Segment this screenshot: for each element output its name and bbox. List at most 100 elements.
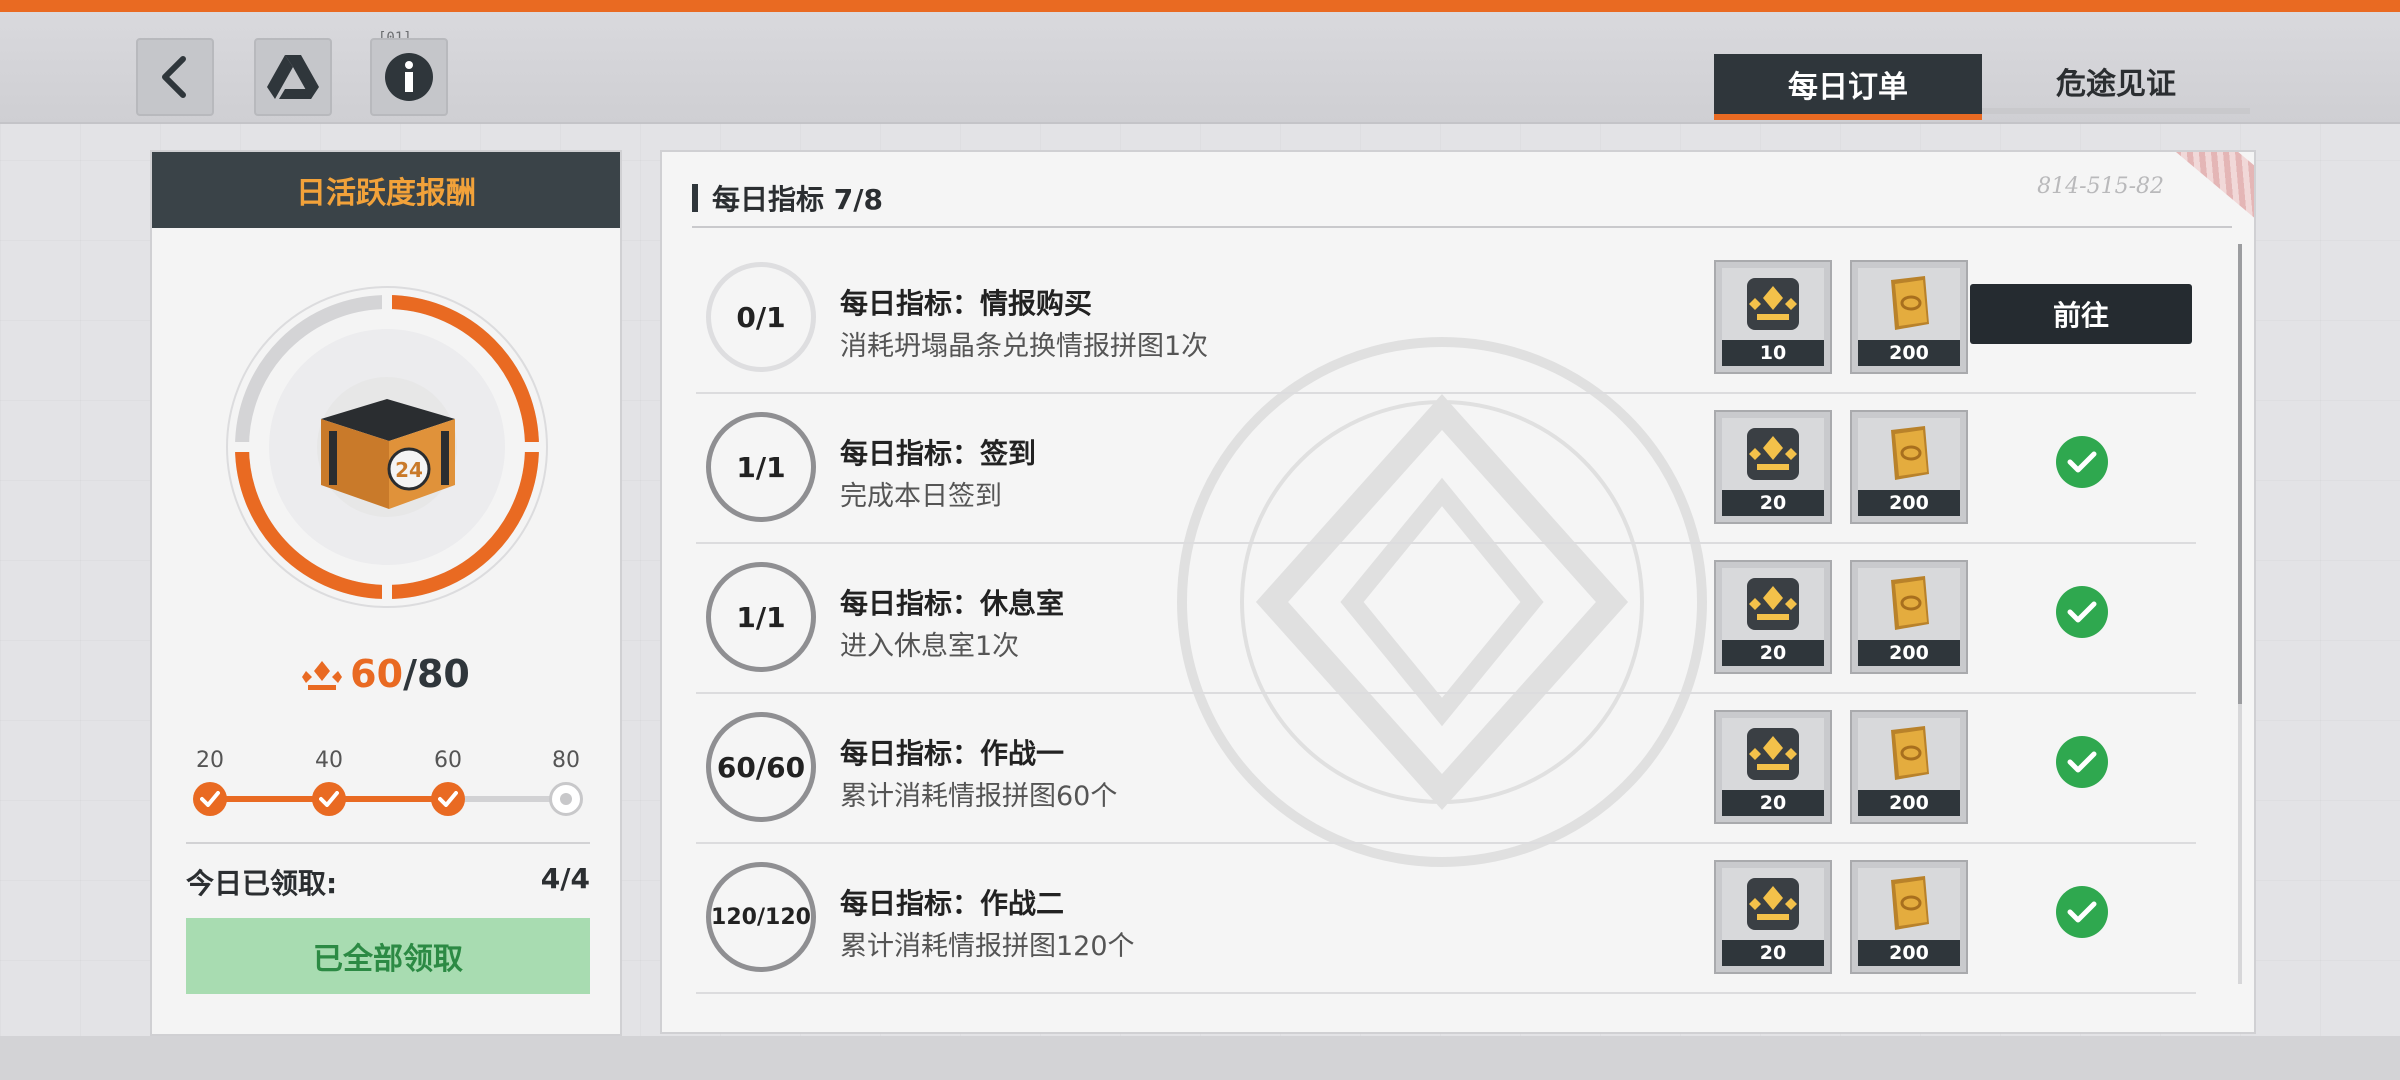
claimed-value: 4/4 [540, 862, 590, 895]
reward-count: 200 [1858, 940, 1960, 966]
check-icon [2056, 436, 2108, 488]
task-title: 每日指标：作战一 [840, 737, 1065, 770]
reward-count: 20 [1722, 790, 1824, 816]
chevron-left-icon [162, 56, 186, 98]
progress-current: 60 [350, 652, 404, 696]
chest-icon: 24 [321, 399, 455, 509]
task-row: 1/1 每日指标：休息室 进入休息室1次 20 200 [696, 544, 2196, 694]
divider [186, 842, 590, 844]
task-progress-circle: 0/1 [706, 262, 816, 372]
task-row: 60/60 每日指标：作战一累计消耗情报拼图60个 20 200 [696, 694, 2196, 844]
task-title: 每日指标：作战二 [840, 887, 1065, 920]
check-icon [2056, 736, 2108, 788]
claimed-label: 今日已领取: [186, 867, 338, 900]
tasks-title: 每日指标 7/8 [712, 183, 883, 216]
task-title: 每日指标：签到 [840, 437, 1037, 470]
reward-chest[interactable]: 24 [317, 377, 457, 517]
reward-count: 200 [1858, 640, 1960, 666]
header-divider [692, 226, 2232, 228]
scrollbar-thumb[interactable] [2238, 244, 2242, 704]
task-desc: 进入休息室1次 [840, 631, 1020, 662]
gold-bar-icon [1858, 718, 1960, 790]
activity-progress-ring: 24 [222, 282, 552, 612]
gold-bar-icon [1858, 418, 1960, 490]
check-icon [2056, 586, 2108, 638]
task-progress-circle: 120/120 [706, 862, 816, 972]
reward-gold[interactable]: 200 [1850, 260, 1968, 374]
top-bar: [01] 每日订单 危途见证 [0, 12, 2400, 124]
task-list: 0/1 每日指标：情报购买消耗坍塌晶条兑换情报拼图1次 10 200 前往 1/1 每日指… [696, 244, 2196, 994]
info-icon [385, 53, 433, 101]
task-desc: 累计消耗情报拼图120个 [840, 931, 1135, 962]
activity-progress: 60/80 [152, 652, 620, 696]
task-desc: 累计消耗情报拼图60个 [840, 781, 1118, 812]
task-desc: 完成本日签到 [840, 481, 1002, 512]
check-icon [2056, 886, 2108, 938]
corner-decoration [2148, 152, 2254, 226]
milestone-dot[interactable] [193, 782, 227, 816]
reward-count: 200 [1858, 340, 1960, 366]
check-icon [319, 791, 339, 807]
milestone-dot[interactable] [312, 782, 346, 816]
gold-bar-icon [1858, 268, 1960, 340]
reward-count: 200 [1858, 490, 1960, 516]
reward-count: 20 [1722, 490, 1824, 516]
drive-button[interactable] [254, 38, 332, 116]
bottom-strip [0, 1036, 2400, 1080]
reward-activity[interactable]: 20 [1714, 860, 1832, 974]
milestone-dot[interactable] [431, 782, 465, 816]
activity-icon [1722, 868, 1824, 940]
claim-all-button[interactable]: 已全部领取 [186, 918, 590, 994]
reward-count: 200 [1858, 790, 1960, 816]
drive-icon [267, 55, 319, 99]
reward-activity[interactable]: 20 [1714, 410, 1832, 524]
reward-gold[interactable]: 200 [1850, 710, 1968, 824]
task-desc: 消耗坍塌晶条兑换情报拼图1次 [840, 331, 1209, 362]
tab-perilous-witness[interactable]: 危途见证 [1982, 54, 2250, 114]
milestone-label: 80 [552, 748, 580, 773]
tab-bar: 每日订单 危途见证 [1714, 54, 2250, 120]
task-row: 1/1 每日指标：签到 完成本日签到 20 200 [696, 394, 2196, 544]
header-bar [692, 184, 698, 212]
reward-activity[interactable]: 20 [1714, 560, 1832, 674]
back-button[interactable] [136, 38, 214, 116]
panel-code: 814-515-82 [2037, 174, 2164, 199]
check-icon [438, 791, 458, 807]
milestone-track: 20 40 60 80 [184, 748, 594, 828]
milestone-dot[interactable] [549, 782, 583, 816]
tasks-header: 每日指标 7/8 [692, 178, 883, 218]
milestone-label: 40 [315, 748, 343, 773]
milestone-label: 60 [434, 748, 462, 773]
milestone-label: 20 [196, 748, 224, 773]
reward-activity[interactable]: 10 [1714, 260, 1832, 374]
task-row: 120/120 每日指标：作战二累计消耗情报拼图120个 20 200 [696, 844, 2196, 994]
info-button[interactable] [370, 38, 448, 116]
task-title: 每日指标：情报购买 [840, 287, 1093, 320]
reward-gold[interactable]: 200 [1850, 410, 1968, 524]
daily-tasks-panel: 每日指标 7/8 814-515-82 0/1 每日指标：情报购买消耗坍塌晶条兑换… [660, 150, 2256, 1034]
reward-activity[interactable]: 20 [1714, 710, 1832, 824]
activity-icon [1722, 418, 1824, 490]
task-progress-circle: 60/60 [706, 712, 816, 822]
reward-gold[interactable]: 200 [1850, 560, 1968, 674]
goto-button[interactable]: 前往 [1970, 284, 2192, 344]
reward-count: 10 [1722, 340, 1824, 366]
task-progress-circle: 1/1 [706, 412, 816, 522]
activity-reward-title: 日活跃度报酬 [152, 152, 620, 228]
claimed-row: 今日已领取: 4/4 [186, 862, 590, 902]
task-row: 0/1 每日指标：情报购买消耗坍塌晶条兑换情报拼图1次 10 200 前往 [696, 244, 2196, 394]
tab-daily-orders[interactable]: 每日订单 [1714, 54, 1982, 120]
activity-reward-panel: 日活跃度报酬 24 60/80 20 40 60 80 今日已领取: 4/4 已… [150, 150, 622, 1036]
chest-badge: 24 [395, 458, 423, 482]
gold-bar-icon [1858, 868, 1960, 940]
progress-max: /80 [403, 652, 470, 696]
activity-icon [1722, 568, 1824, 640]
check-icon [200, 791, 220, 807]
reward-count: 20 [1722, 940, 1824, 966]
reward-gold[interactable]: 200 [1850, 860, 1968, 974]
activity-icon [1722, 718, 1824, 790]
task-title: 每日指标：休息室 [840, 587, 1065, 620]
gold-bar-icon [1858, 568, 1960, 640]
top-accent-strip [0, 0, 2400, 12]
activity-icon [302, 661, 343, 690]
